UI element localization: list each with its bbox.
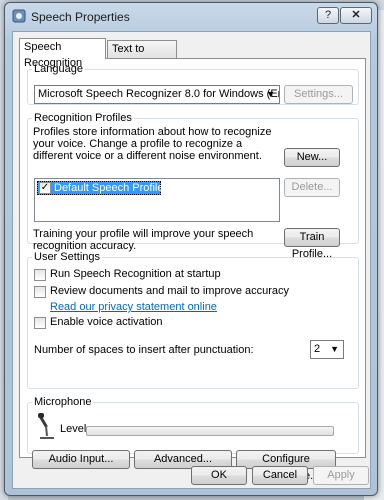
help-button[interactable]: ? xyxy=(317,7,339,24)
window-title: Speech Properties xyxy=(31,10,130,24)
dialog-client-area: Speech Recognition Text to Speech Langua… xyxy=(12,31,371,489)
profile-list[interactable]: ✓ Default Speech Profile xyxy=(34,178,280,222)
voice-activation-checkbox[interactable] xyxy=(34,317,46,329)
voice-activation-label: Enable voice activation xyxy=(50,316,163,328)
run-at-startup-label: Run Speech Recognition at startup xyxy=(50,268,221,280)
title-bar[interactable]: Speech Properties ? ✕ xyxy=(5,3,377,29)
recognition-profiles-label: Recognition Profiles xyxy=(34,112,132,124)
speech-recognition-panel: Language Microsoft Speech Recognizer 8.0… xyxy=(19,58,366,482)
level-label: Level xyxy=(60,423,87,435)
chevron-down-icon: ▼ xyxy=(266,89,275,99)
close-button[interactable]: ✕ xyxy=(340,7,372,24)
speech-properties-icon xyxy=(12,9,26,23)
language-settings-button[interactable]: Settings... xyxy=(284,85,353,104)
spaces-select[interactable]: 2 ▼ xyxy=(310,340,344,359)
privacy-statement-link[interactable]: Read our privacy statement online xyxy=(50,301,217,313)
language-select-value: Microsoft Speech Recognizer 8.0 for Wind… xyxy=(38,88,279,100)
tab-text-to-speech[interactable]: Text to Speech xyxy=(107,40,177,71)
language-select[interactable]: Microsoft Speech Recognizer 8.0 for Wind… xyxy=(34,85,280,104)
microphone-level-meter xyxy=(86,426,334,436)
tab-speech-recognition[interactable]: Speech Recognition xyxy=(19,38,106,69)
speech-properties-window: Speech Properties ? ✕ Speech Recognition… xyxy=(4,2,378,496)
delete-profile-button[interactable]: Delete... xyxy=(284,178,340,197)
training-text: Training your profile will improve your … xyxy=(33,228,254,252)
user-settings-group: User Settings Run Speech Recognition at … xyxy=(27,251,359,389)
profile-item-label: Default Speech Profile xyxy=(54,182,164,194)
train-profile-button[interactable]: Train Profile... xyxy=(284,228,340,260)
apply-button[interactable]: Apply xyxy=(313,466,369,485)
microphone-label: Microphone xyxy=(34,396,92,408)
profiles-description: Profiles store information about how to … xyxy=(33,126,272,162)
run-at-startup-checkbox[interactable] xyxy=(34,269,46,281)
audio-input-button[interactable]: Audio Input... xyxy=(32,450,130,469)
spaces-select-value: 2 xyxy=(314,343,321,355)
recognition-profiles-group: Recognition Profiles Profiles store info… xyxy=(27,112,359,260)
checkmark-icon[interactable]: ✓ xyxy=(39,182,51,194)
spaces-after-punctuation-label: Number of spaces to insert after punctua… xyxy=(34,344,254,356)
list-item[interactable]: ✓ Default Speech Profile xyxy=(37,181,164,195)
ok-button[interactable]: OK xyxy=(191,466,247,485)
chevron-down-icon: ▼ xyxy=(330,344,339,354)
microphone-group: Microphone Level Audio Input... Advanced… xyxy=(27,396,359,482)
cancel-button[interactable]: Cancel xyxy=(252,466,308,485)
review-docs-checkbox[interactable] xyxy=(34,286,46,298)
review-docs-label: Review documents and mail to improve acc… xyxy=(50,285,290,297)
new-profile-button[interactable]: New... xyxy=(284,148,340,167)
user-settings-label: User Settings xyxy=(34,251,101,263)
microphone-icon xyxy=(38,413,54,439)
